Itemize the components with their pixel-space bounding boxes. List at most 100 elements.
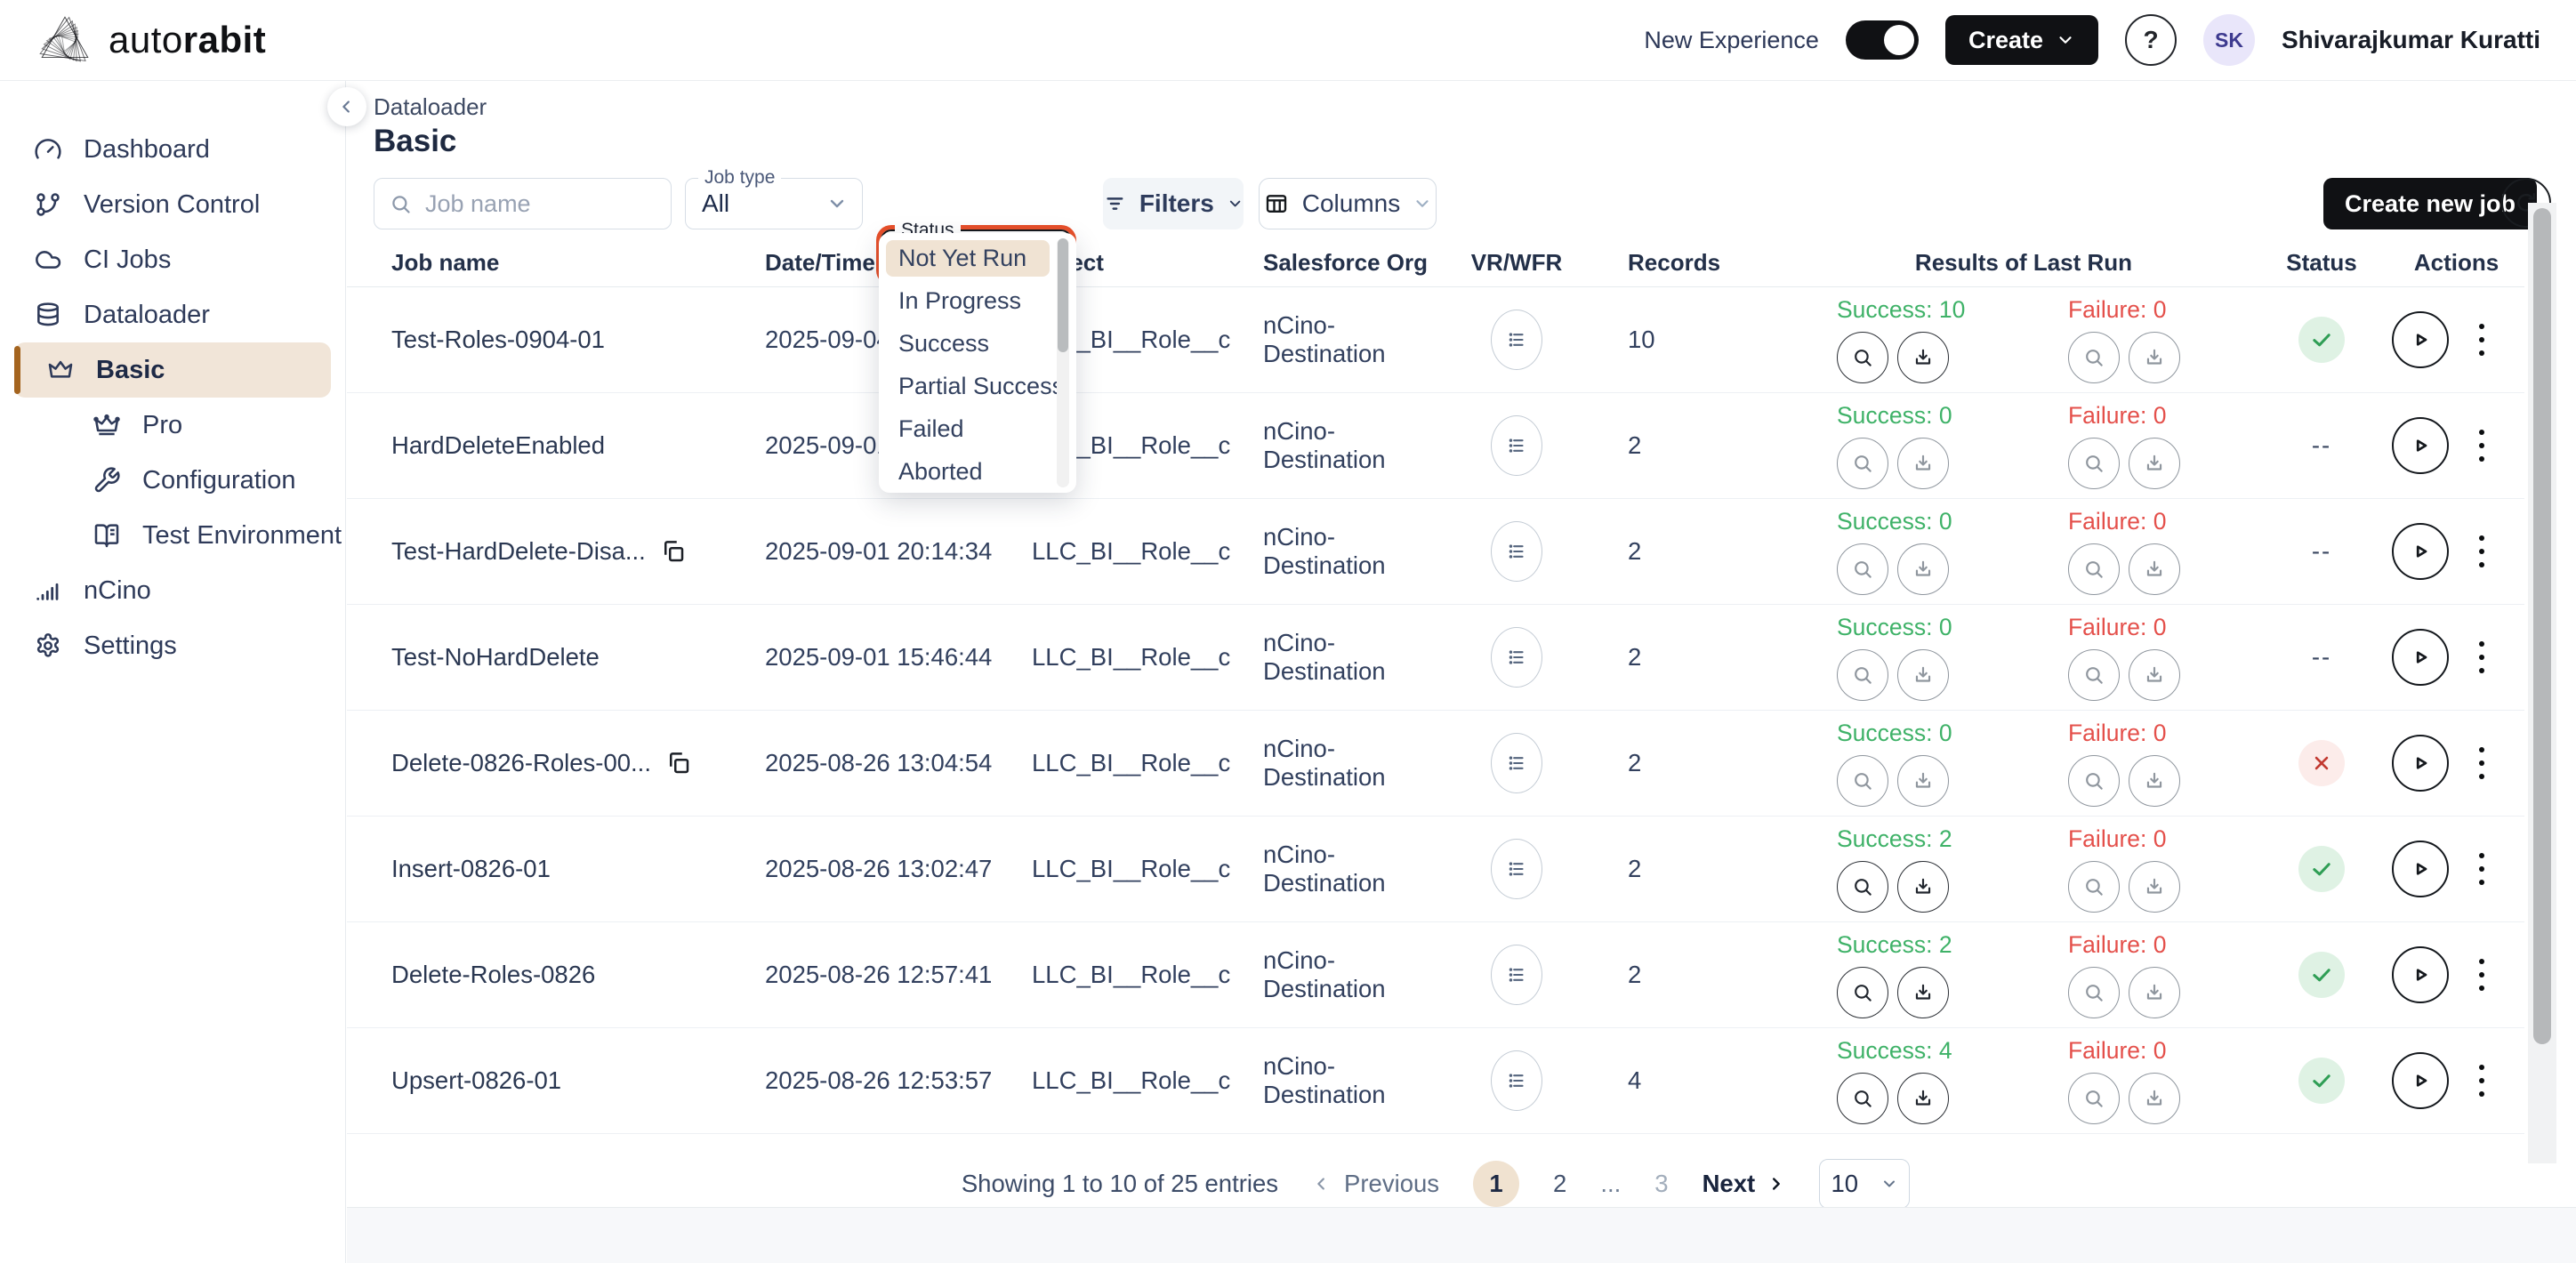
vr-wfr-button[interactable]: [1491, 415, 1542, 476]
status-option-not-yet-run[interactable]: Not Yet Run: [886, 240, 1050, 277]
create-button[interactable]: Create: [1944, 15, 2098, 65]
page-button-2[interactable]: 2: [1553, 1170, 1566, 1198]
download-failure-results-button[interactable]: [2129, 438, 2180, 489]
run-job-button[interactable]: [2392, 841, 2449, 897]
row-menu-button[interactable]: [2474, 742, 2490, 784]
columns-button[interactable]: Columns: [1259, 178, 1437, 229]
status-option-partial-success[interactable]: Partial Success: [886, 368, 1064, 405]
vr-wfr-button[interactable]: [1491, 945, 1542, 1005]
new-experience-toggle[interactable]: [1845, 20, 1919, 60]
row-menu-button[interactable]: [2474, 424, 2490, 467]
view-success-results-button[interactable]: [1837, 332, 1888, 383]
page-button-3[interactable]: 3: [1654, 1170, 1668, 1198]
status-option-failed[interactable]: Failed: [886, 411, 1050, 447]
download-success-results-button[interactable]: [1897, 438, 1949, 489]
download-success-results-button[interactable]: [1897, 649, 1949, 701]
row-menu-button[interactable]: [2474, 848, 2490, 890]
sidebar-item-ncino[interactable]: nCino: [0, 563, 345, 618]
previous-page-button[interactable]: Previous: [1312, 1170, 1439, 1198]
view-failure-results-button[interactable]: [2068, 649, 2120, 701]
view-success-results-button[interactable]: [1837, 649, 1888, 701]
download-success-results-button[interactable]: [1897, 755, 1949, 807]
sidebar-item-basic[interactable]: Basic: [14, 342, 331, 398]
status-option-in-progress[interactable]: In Progress: [886, 283, 1050, 319]
vr-wfr-button[interactable]: [1491, 839, 1542, 899]
download-failure-results-button[interactable]: [2129, 861, 2180, 913]
job-type-select[interactable]: Job type All: [685, 167, 863, 229]
view-success-results-button[interactable]: [1837, 438, 1888, 489]
breadcrumb[interactable]: Dataloader: [374, 93, 487, 121]
view-success-results-button[interactable]: [1837, 543, 1888, 595]
page-button-1[interactable]: 1: [1473, 1161, 1520, 1207]
failure-results-cell: Failure: 0: [2024, 931, 2255, 1018]
view-failure-results-button[interactable]: [2068, 1073, 2120, 1124]
download-success-results-button[interactable]: [1897, 332, 1949, 383]
job-name-search[interactable]: [374, 178, 672, 229]
page-size-select[interactable]: 10: [1819, 1159, 1911, 1209]
download-failure-results-button[interactable]: [2129, 1073, 2180, 1124]
status-option-success[interactable]: Success: [886, 326, 1050, 362]
run-job-button[interactable]: [2392, 735, 2449, 792]
sidebar-item-dataloader[interactable]: Dataloader: [0, 287, 345, 342]
status-option-aborted[interactable]: Aborted: [886, 454, 1050, 490]
dropdown-scrollbar-thumb[interactable]: [1058, 238, 1068, 352]
failure-count-label: Failure: 0: [2068, 296, 2167, 323]
run-job-button[interactable]: [2392, 523, 2449, 580]
view-failure-results-button[interactable]: [2068, 967, 2120, 1018]
view-success-results-button[interactable]: [1837, 755, 1888, 807]
sidebar-item-version-control[interactable]: Version Control: [0, 177, 345, 232]
page-scrollbar[interactable]: [2528, 203, 2556, 1163]
vr-wfr-button[interactable]: [1491, 627, 1542, 688]
download-failure-results-button[interactable]: [2129, 649, 2180, 701]
search-input[interactable]: [423, 189, 640, 219]
run-job-button[interactable]: [2392, 1052, 2449, 1109]
download-success-results-button[interactable]: [1897, 861, 1949, 913]
vr-wfr-button[interactable]: [1491, 733, 1542, 793]
view-success-results-button[interactable]: [1837, 1073, 1888, 1124]
download-success-results-button[interactable]: [1897, 967, 1949, 1018]
row-menu-button[interactable]: [2474, 530, 2490, 573]
run-job-button[interactable]: [2392, 629, 2449, 686]
view-failure-results-button[interactable]: [2068, 861, 2120, 913]
download-success-results-button[interactable]: [1897, 1073, 1949, 1124]
sidebar-item-settings[interactable]: Settings: [0, 618, 345, 673]
sidebar-collapse-button[interactable]: [327, 87, 366, 126]
download-success-results-button[interactable]: [1897, 543, 1949, 595]
download-failure-results-button[interactable]: [2129, 967, 2180, 1018]
row-menu-button[interactable]: [2474, 1059, 2490, 1102]
view-failure-results-button[interactable]: [2068, 755, 2120, 807]
sidebar-item-test-environment[interactable]: Test Environment: [0, 508, 345, 563]
copy-icon[interactable]: [660, 538, 687, 565]
next-page-button[interactable]: Next: [1703, 1170, 1786, 1198]
view-failure-results-button[interactable]: [2068, 332, 2120, 383]
row-menu-button[interactable]: [2474, 953, 2490, 996]
filters-button[interactable]: Filters: [1103, 178, 1244, 229]
run-job-button[interactable]: [2392, 311, 2449, 368]
sidebar-item-pro[interactable]: Pro: [0, 398, 345, 453]
help-button[interactable]: ?: [2125, 14, 2177, 66]
view-failure-results-button[interactable]: [2068, 438, 2120, 489]
sidebar-item-dashboard[interactable]: Dashboard: [0, 122, 345, 177]
view-success-results-button[interactable]: [1837, 861, 1888, 913]
run-job-button[interactable]: [2392, 417, 2449, 474]
view-failure-results-button[interactable]: [2068, 543, 2120, 595]
sidebar-item-ci-jobs[interactable]: CI Jobs: [0, 232, 345, 287]
row-menu-button[interactable]: [2474, 636, 2490, 679]
download-failure-results-button[interactable]: [2129, 755, 2180, 807]
vr-wfr-button[interactable]: [1491, 1050, 1542, 1111]
download-failure-results-button[interactable]: [2129, 543, 2180, 595]
vr-wfr-button[interactable]: [1491, 310, 1542, 370]
copy-icon[interactable]: [665, 750, 692, 776]
vr-wfr-button[interactable]: [1491, 521, 1542, 582]
page-scrollbar-thumb[interactable]: [2533, 208, 2551, 1044]
chevron-down-icon: [826, 193, 848, 214]
chevron-left-icon: [337, 97, 357, 117]
records-cell: 2: [1628, 961, 1642, 988]
download-failure-results-button[interactable]: [2129, 332, 2180, 383]
view-success-results-button[interactable]: [1837, 967, 1888, 1018]
run-job-button[interactable]: [2392, 946, 2449, 1003]
avatar[interactable]: SK: [2203, 14, 2255, 66]
sidebar-item-configuration[interactable]: Configuration: [0, 453, 345, 508]
dropdown-scrollbar[interactable]: [1057, 238, 1069, 487]
row-menu-button[interactable]: [2474, 318, 2490, 361]
